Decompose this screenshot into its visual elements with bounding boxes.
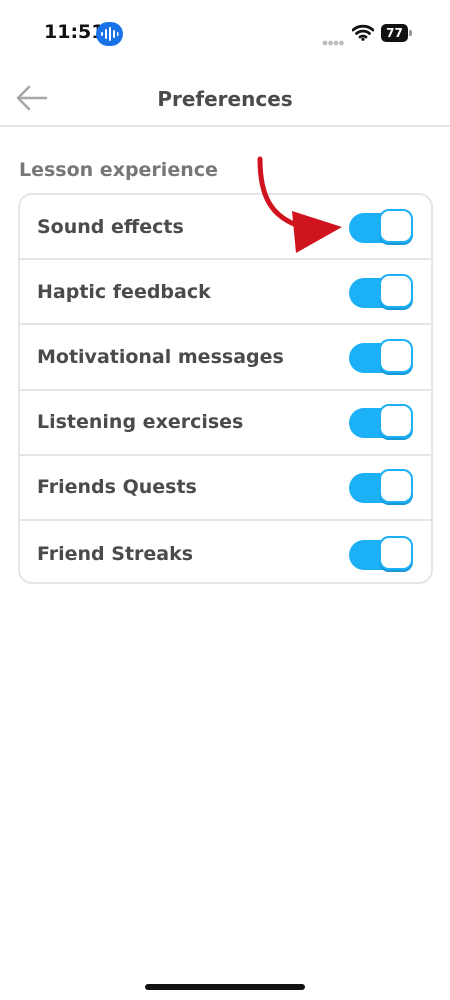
page-title: Preferences: [157, 87, 293, 111]
preferences-card: Sound effects Haptic feedback Motivation…: [18, 193, 433, 584]
toggle-knob: [379, 535, 413, 570]
haptic-feedback-toggle[interactable]: [349, 273, 413, 310]
section-title: Lesson experience: [19, 159, 218, 181]
setting-label: Haptic feedback: [37, 280, 211, 303]
setting-row-friend-streaks: Friend Streaks: [20, 521, 431, 582]
battery-cap: [409, 30, 412, 36]
status-bar: 11:51 77: [0, 0, 450, 66]
setting-label: Friend Streaks: [37, 542, 194, 565]
battery-icon: 77: [381, 24, 408, 42]
setting-label: Friends Quests: [37, 476, 197, 499]
recording-badge-icon: [96, 22, 123, 46]
setting-row-friends-quests: Friends Quests: [20, 456, 431, 521]
motivational-messages-toggle[interactable]: [349, 338, 413, 375]
toggle-knob: [379, 208, 413, 243]
preferences-screen: 11:51 77 Preferences Lesson experience S…: [0, 0, 450, 1000]
cellular-signal-icon: [322, 31, 344, 50]
listening-exercises-toggle[interactable]: [349, 404, 413, 440]
setting-row-sound-effects: Sound effects: [20, 195, 431, 261]
setting-label: Motivational messages: [37, 345, 284, 368]
sound-effects-toggle[interactable]: [349, 208, 413, 245]
toggle-knob: [379, 338, 413, 373]
setting-label: Listening exercises: [37, 411, 244, 434]
toggle-knob: [379, 273, 413, 308]
setting-row-motivational-messages: Motivational messages: [20, 325, 431, 391]
home-indicator[interactable]: [145, 984, 305, 990]
wifi-icon: [351, 24, 375, 45]
header: Preferences: [0, 66, 450, 126]
header-divider: [0, 125, 450, 127]
friends-quests-toggle[interactable]: [349, 469, 413, 505]
setting-row-haptic-feedback: Haptic feedback: [20, 260, 431, 326]
setting-label: Sound effects: [37, 215, 184, 238]
toggle-knob: [379, 469, 413, 504]
toggle-knob: [379, 404, 413, 439]
setting-row-listening-exercises: Listening exercises: [20, 391, 431, 456]
friend-streaks-toggle[interactable]: [349, 535, 413, 572]
